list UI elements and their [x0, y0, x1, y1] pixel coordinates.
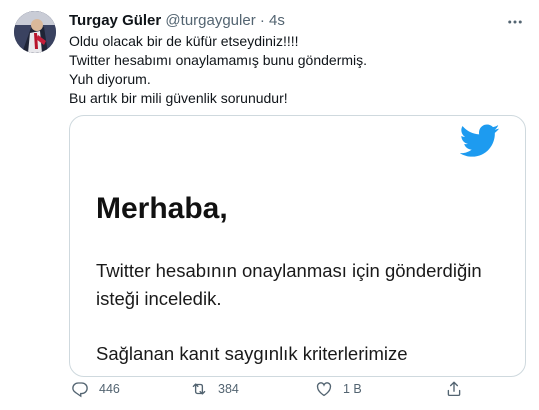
tweet-text: Oldu olacak bir de küfür etseydiniz!!!! … — [69, 32, 519, 108]
tweet-line: Oldu olacak bir de küfür etseydiniz!!!! — [69, 33, 299, 49]
display-name[interactable]: Turgay Güler — [69, 12, 161, 29]
share-button[interactable] — [445, 380, 463, 398]
tweet-line: Yuh diyorum. — [69, 71, 151, 87]
like-count: 1 B — [343, 382, 362, 396]
share-icon — [447, 381, 461, 397]
media-greeting: Merhaba, — [96, 192, 228, 225]
header-separator: · — [259, 12, 265, 29]
retweet-icon — [192, 383, 206, 395]
avatar[interactable] — [14, 11, 56, 53]
avatar-image — [14, 11, 56, 53]
tweet-header: Turgay Güler @turgayguler · 4s — [69, 11, 285, 30]
media-text-line: Twitter hesabının onaylanması için gönde… — [96, 260, 482, 281]
more-options-button[interactable] — [505, 12, 525, 32]
like-button[interactable]: 1 B — [315, 380, 362, 398]
media-text-line: isteği inceledik. — [96, 288, 222, 309]
reply-icon — [72, 382, 88, 398]
reply-button[interactable]: 446 — [71, 380, 120, 398]
retweet-count: 384 — [218, 382, 239, 396]
tweet-line: Twitter hesabımı onaylamamış bunu gönder… — [69, 52, 368, 68]
tweet-media-image[interactable]: Merhaba, Twitter hesabının onaylanması i… — [69, 115, 526, 377]
more-options-icon — [508, 20, 522, 24]
tweet-actions: 446 384 1 B — [65, 380, 525, 404]
reply-count: 446 — [99, 382, 120, 396]
heart-icon — [316, 382, 332, 397]
tweet-line: Bu artık bir mili güvenlik sorunudur! — [69, 90, 288, 106]
twitter-bird-icon — [460, 124, 500, 157]
user-handle[interactable]: @turgayguler — [165, 12, 255, 29]
media-text-line: Sağlanan kanıt saygınlık kriterlerimize — [96, 343, 408, 364]
tweet-timestamp[interactable]: 4s — [269, 12, 285, 29]
retweet-button[interactable]: 384 — [190, 380, 239, 398]
